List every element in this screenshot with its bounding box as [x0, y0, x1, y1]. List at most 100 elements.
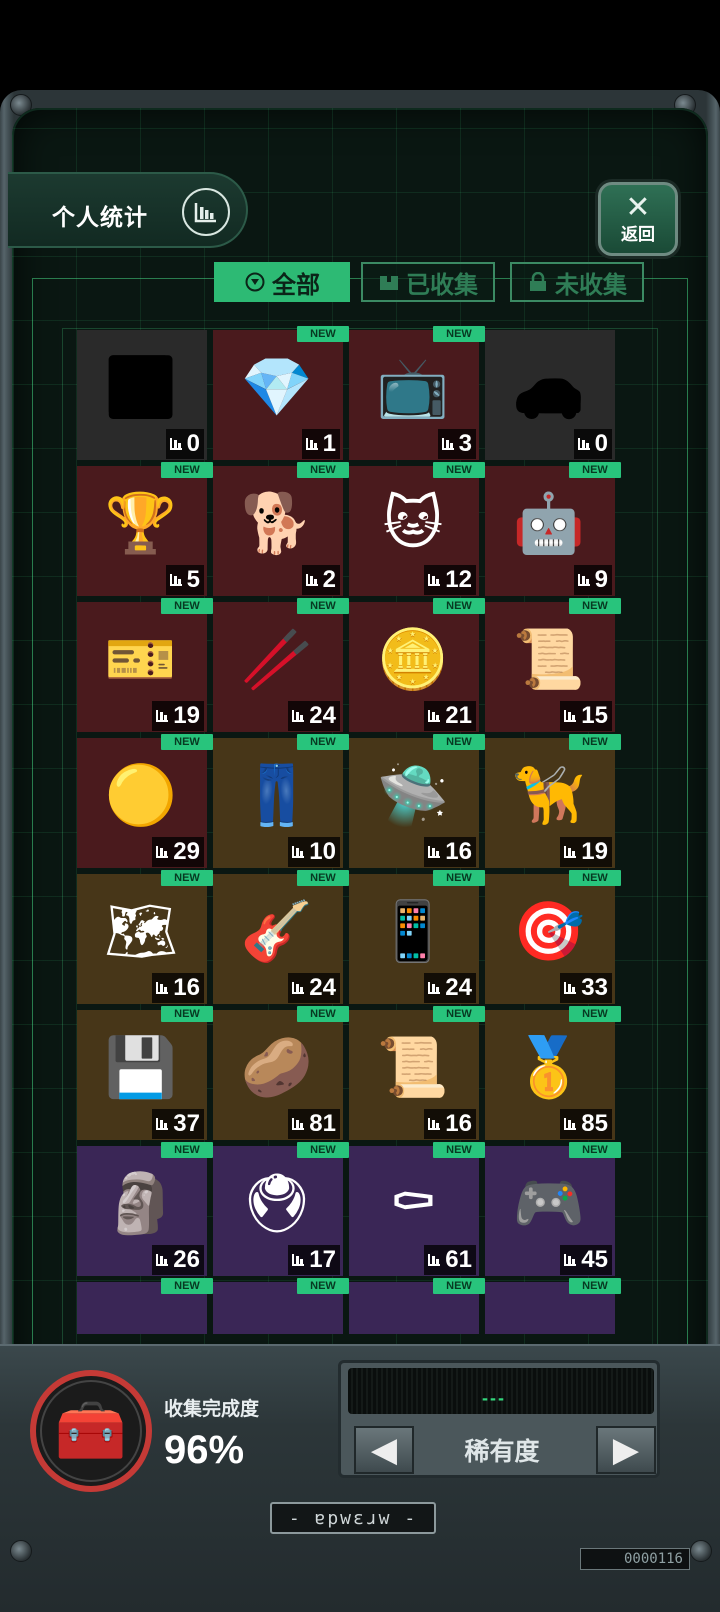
item-cell[interactable]: 🏆 5: [77, 466, 207, 596]
item-count-value: 19: [581, 838, 608, 865]
item-count: 2: [301, 565, 340, 595]
new-badge: NEW: [297, 870, 349, 886]
tab-collected-label: 已收集: [406, 271, 478, 299]
item-cell[interactable]: 🎯 33: [485, 874, 615, 1004]
item-cell[interactable]: 🥇 85: [485, 1010, 615, 1140]
item-cell[interactable]: 🎸 24: [213, 874, 343, 1004]
item-cell[interactable]: ⚰ 61: [349, 1146, 479, 1276]
item-icon: [509, 1300, 589, 1334]
bar-chart-icon: [428, 710, 441, 722]
statue-dog-icon: 🐕: [240, 491, 314, 556]
item-count: 9: [573, 565, 612, 595]
item-cell[interactable]: 📜 16: [349, 1010, 479, 1140]
device-icon: 🖲: [240, 1171, 314, 1236]
stats-label: 个人统计: [52, 204, 148, 230]
item-count-value: 61: [445, 1246, 472, 1273]
chopsticks-icon: 🥢: [240, 627, 314, 692]
item-cell[interactable]: 🪙 21: [349, 602, 479, 732]
item-cell[interactable]: 🛸 16: [349, 738, 479, 868]
item-icon: [373, 1300, 453, 1334]
item-cell[interactable]: 📺 3: [349, 330, 479, 460]
new-badge: NEW: [297, 1278, 349, 1294]
close-button[interactable]: ✕ 返回: [598, 182, 678, 256]
item-count: 24: [288, 701, 340, 731]
item-count: 16: [152, 973, 204, 1003]
collection-chest-icon: 🧰: [30, 1370, 152, 1492]
item-count: 24: [424, 973, 476, 1003]
item-cell[interactable]: 💾 37: [77, 1010, 207, 1140]
rarity-next-button[interactable]: ▶: [596, 1426, 656, 1474]
item-count-value: 19: [173, 702, 200, 729]
item-cell[interactable]: 🥢 24: [213, 602, 343, 732]
item-count-value: 21: [445, 702, 472, 729]
item-cell[interactable]: 🚗 0: [485, 330, 615, 460]
item-count-value: 10: [309, 838, 336, 865]
item-cell[interactable]: 🦮 19: [485, 738, 615, 868]
item-cell[interactable]: 🎮 45: [485, 1146, 615, 1276]
bar-chart-icon: [564, 710, 577, 722]
close-icon: ✕: [625, 190, 651, 224]
item-count-value: 16: [173, 974, 200, 1001]
item-grid: ⬛ 0 💎 1 📺 3 🚗 0 🏆 5 🐕 2 🐱 12 🤖 9 🎫 19 🥢 24 🪙 21 📜 15 🟡 29 👖 10 🛸 16 🦮 1…: [77, 330, 617, 1334]
bolt-bottom-right: [690, 1540, 712, 1562]
item-count-value: 16: [445, 1110, 472, 1137]
item-count: 45: [560, 1245, 612, 1275]
new-badge: NEW: [297, 326, 349, 342]
bar-chart-icon: [564, 1254, 577, 1266]
spinning-top-icon: 🎯: [512, 899, 586, 964]
item-cell[interactable]: 🗿 26: [77, 1146, 207, 1276]
new-badge: NEW: [569, 462, 621, 478]
item-count-value: 17: [309, 1246, 336, 1273]
item-count: 3: [437, 429, 476, 459]
locked-silhouette-plant: ⬛: [104, 355, 178, 420]
rarity-prev-button[interactable]: ◀: [354, 1426, 414, 1474]
item-cell[interactable]: 👖 10: [213, 738, 343, 868]
new-badge: NEW: [161, 1142, 213, 1158]
item-count-value: 0: [594, 430, 608, 457]
tab-all-label: 全部: [272, 271, 320, 299]
item-count-value: 9: [594, 566, 608, 593]
item-count: 26: [152, 1245, 204, 1275]
tab-collected[interactable]: 已收集: [361, 262, 495, 302]
item-count-value: 1: [322, 430, 336, 457]
lock-icon: [527, 271, 549, 293]
item-count-value: 24: [445, 974, 472, 1001]
item-count: 19: [560, 837, 612, 867]
tab-uncollected[interactable]: 未收集: [510, 262, 644, 302]
terracotta-warrior-icon: 🗿: [104, 1171, 178, 1236]
rarity-display-value: ---: [482, 1388, 506, 1408]
item-count-value: 45: [581, 1246, 608, 1273]
new-badge: NEW: [161, 1278, 213, 1294]
bar-chart-icon: [292, 846, 305, 858]
bar-chart-icon: [564, 982, 577, 994]
guitar-icon: 🎸: [240, 899, 314, 964]
silver-coin-icon: 🪙: [376, 627, 450, 692]
item-count-value: 3: [458, 430, 472, 457]
item-cell[interactable]: ⬛ 0: [77, 330, 207, 460]
item-cell[interactable]: 🎫 19: [77, 602, 207, 732]
item-cell[interactable]: 🥔 81: [213, 1010, 343, 1140]
new-badge: NEW: [161, 1006, 213, 1022]
item-cell[interactable]: 🟡 29: [77, 738, 207, 868]
bar-chart-icon[interactable]: [182, 188, 230, 236]
graphics-card-icon: 💾: [104, 1035, 178, 1100]
tab-all[interactable]: 全部: [214, 262, 350, 302]
new-badge: NEW: [569, 598, 621, 614]
item-cell[interactable]: 📱 24: [349, 874, 479, 1004]
bar-chart-icon: [292, 982, 305, 994]
serial-number: 0000116: [580, 1548, 690, 1570]
item-count: 15: [560, 701, 612, 731]
item-cell[interactable]: 🐱 12: [349, 466, 479, 596]
item-cell[interactable]: 🖲 17: [213, 1146, 343, 1276]
item-cell[interactable]: 🗺 16: [77, 874, 207, 1004]
item-cell[interactable]: 📜 15: [485, 602, 615, 732]
item-count-value: 0: [186, 430, 200, 457]
bar-chart-icon: [292, 1118, 305, 1130]
item-cell[interactable]: 💎 1: [213, 330, 343, 460]
item-cell[interactable]: 🐕 2: [213, 466, 343, 596]
bar-chart-icon: [292, 1254, 305, 1266]
item-count: 19: [152, 701, 204, 731]
new-badge: NEW: [433, 1006, 485, 1022]
item-cell[interactable]: 🤖 9: [485, 466, 615, 596]
retro-tv-icon: 📺: [376, 355, 450, 420]
